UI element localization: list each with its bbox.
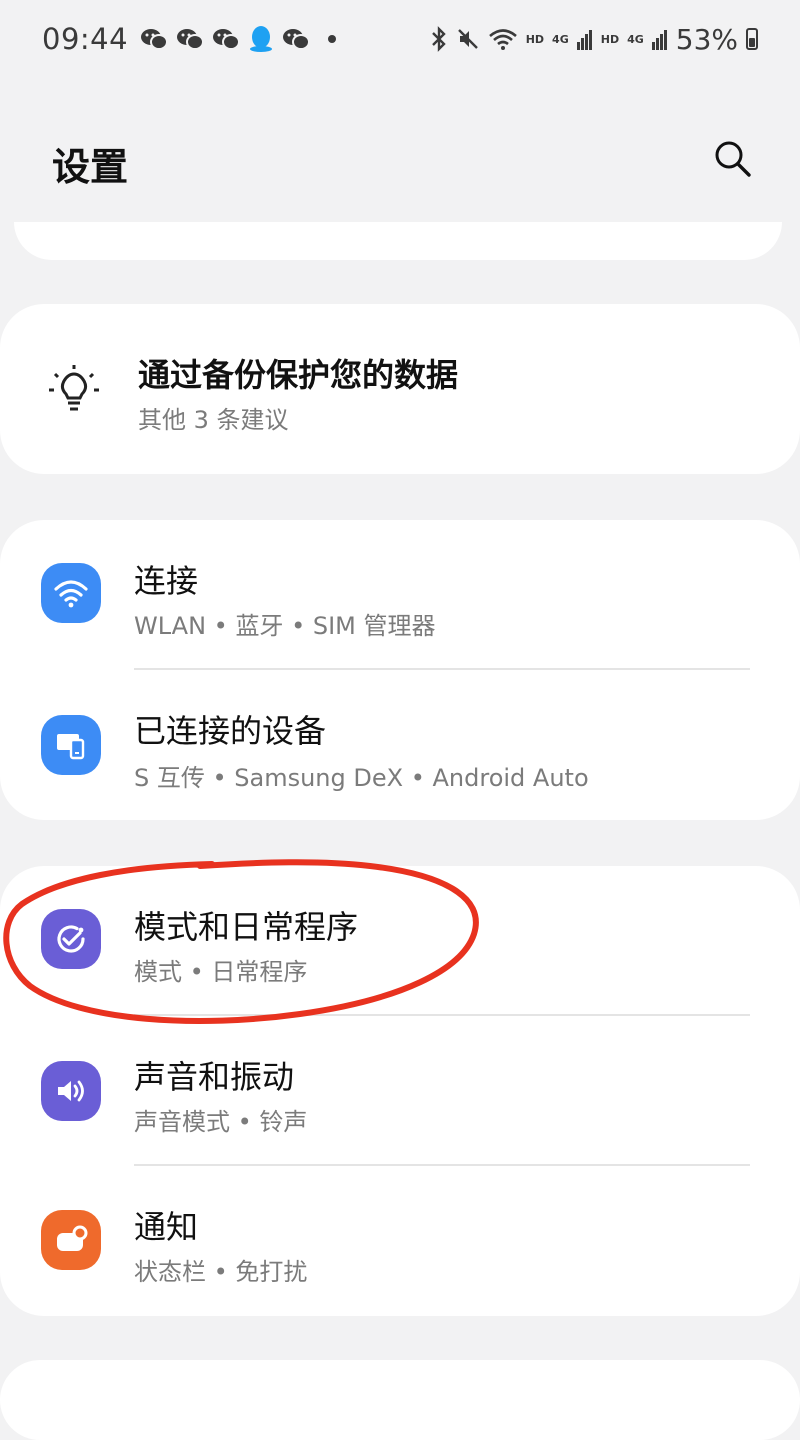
suggestion-title: 通过备份保护您的数据 [138, 356, 459, 394]
network-label: HD [600, 32, 620, 46]
status-time: 09:44 [42, 22, 129, 56]
next-card-partial[interactable] [0, 1360, 800, 1440]
notification-icon [41, 1210, 101, 1270]
settings-item-subtitle: 状态栏 • 免打扰 [134, 1258, 308, 1286]
status-bar: 09:44 HD 4G HD 4G 53% [42, 20, 758, 58]
settings-item-subtitle: 声音模式 • 铃声 [134, 1108, 308, 1136]
page-title: 设置 [52, 145, 129, 189]
settings-item-modes-routines[interactable]: 模式和日常程序 模式 • 日常程序 [0, 866, 800, 1016]
network-label: HD [525, 32, 545, 46]
notification-icons [140, 25, 337, 53]
mute-icon [457, 29, 478, 49]
wifi-icon [41, 563, 101, 623]
battery-percentage: 53% [675, 22, 738, 56]
bluetooth-icon [431, 26, 446, 52]
signal-icon [576, 30, 592, 50]
search-icon [715, 141, 751, 177]
settings-group-modes: 模式和日常程序 模式 • 日常程序 声音和振动 声音模式 • 铃声 通知 状态栏… [0, 866, 800, 1316]
suggestion-card[interactable]: 通过备份保护您的数据 其他 3 条建议 [0, 304, 800, 474]
settings-item-subtitle: S 互传 • Samsung DeX • Android Auto [134, 764, 589, 792]
speaker-icon [41, 1061, 101, 1121]
settings-item-title: 声音和振动 [134, 1058, 295, 1096]
battery-icon [746, 28, 758, 50]
divider [134, 668, 750, 670]
settings-item-title: 连接 [134, 562, 199, 600]
wechat-icon [213, 29, 241, 50]
settings-item-sound-vibration[interactable]: 声音和振动 声音模式 • 铃声 [0, 1016, 800, 1166]
settings-item-title: 通知 [134, 1208, 199, 1246]
qq-icon [250, 26, 273, 52]
system-status: HD 4G HD 4G 53% [430, 23, 758, 56]
connected-devices-icon [41, 715, 101, 775]
modes-routines-icon [41, 909, 101, 969]
wifi-status-icon [488, 29, 517, 50]
settings-item-connected-devices[interactable]: 已连接的设备 S 互传 • Samsung DeX • Android Auto [0, 672, 800, 822]
signal-icon [651, 30, 667, 50]
more-notifications-dot [328, 35, 337, 43]
settings-item-subtitle: WLAN • 蓝牙 • SIM 管理器 [134, 612, 436, 640]
settings-group-connections: 连接 WLAN • 蓝牙 • SIM 管理器 已连接的设备 S 互传 • Sam… [0, 520, 800, 820]
network-type: 4G [552, 32, 569, 46]
suggestion-subtitle: 其他 3 条建议 [138, 406, 289, 434]
wechat-icon [141, 29, 169, 50]
settings-item-subtitle: 模式 • 日常程序 [134, 958, 308, 986]
wechat-icon [283, 29, 311, 50]
previous-card-partial[interactable] [14, 222, 782, 260]
settings-item-title: 已连接的设备 [134, 712, 327, 750]
settings-item-notifications[interactable]: 通知 状态栏 • 免打扰 [0, 1166, 800, 1316]
search-button[interactable] [712, 138, 754, 180]
wechat-icon [177, 29, 205, 50]
settings-item-connections[interactable]: 连接 WLAN • 蓝牙 • SIM 管理器 [0, 520, 800, 670]
lightbulb-icon [49, 365, 99, 411]
settings-item-title: 模式和日常程序 [134, 908, 359, 946]
network-type: 4G [627, 32, 644, 46]
